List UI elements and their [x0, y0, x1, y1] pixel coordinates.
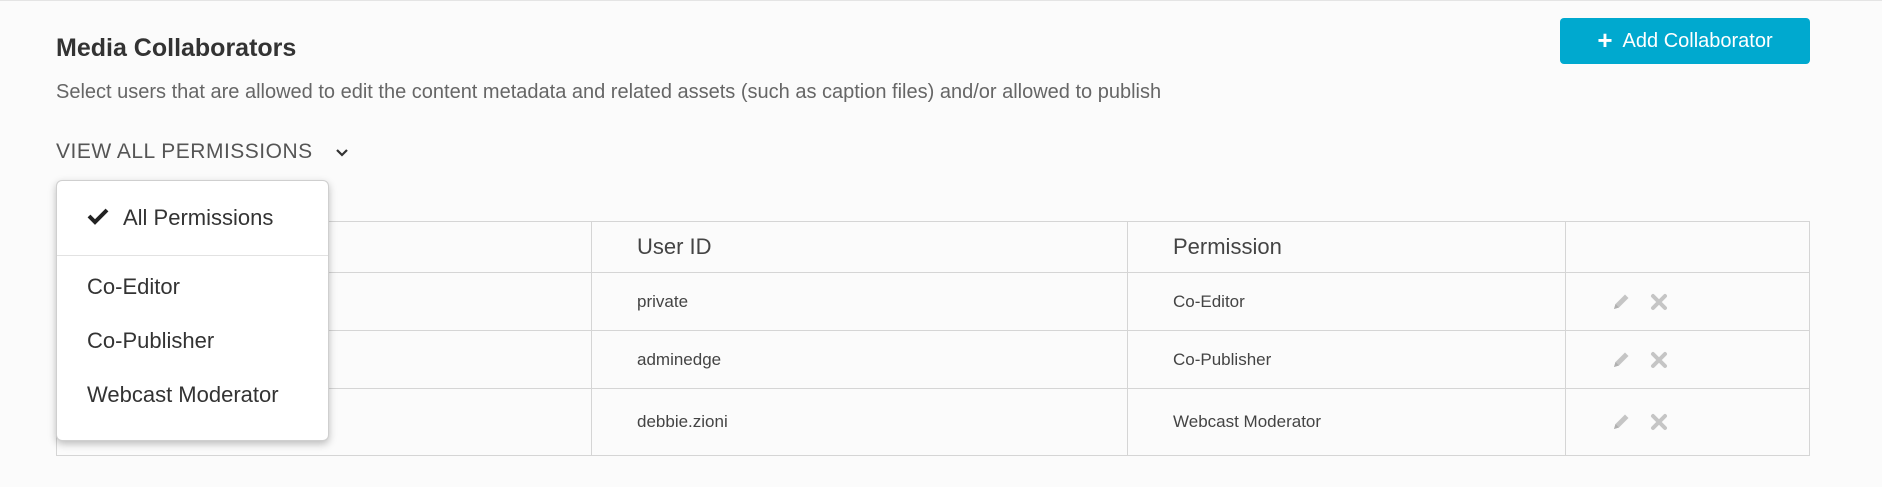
header-user-id: User ID: [637, 234, 712, 259]
section-description: Select users that are allowed to edit th…: [56, 81, 1162, 103]
column-divider: [1127, 222, 1128, 455]
chevron-down-icon: [335, 140, 349, 164]
pencil-icon[interactable]: [1610, 349, 1632, 371]
pencil-icon[interactable]: [1610, 411, 1632, 433]
dropdown-option-label: Co-Publisher: [87, 328, 215, 353]
add-collaborator-label: Add Collaborator: [1622, 29, 1773, 52]
permissions-dropdown-menu: All Permissions Co-Editor Co-Publisher W…: [56, 180, 329, 441]
dropdown-option-label: Webcast Moderator: [87, 382, 279, 407]
permissions-filter-toggle[interactable]: VIEW ALL PERMISSIONS: [56, 140, 349, 164]
column-divider: [591, 222, 592, 455]
row-actions: [1610, 273, 1668, 330]
add-collaborator-button[interactable]: + Add Collaborator: [1560, 18, 1810, 64]
dropdown-option-all-permissions[interactable]: All Permissions: [87, 197, 273, 239]
dropdown-divider: [57, 255, 328, 256]
checkmark-icon: [87, 205, 109, 231]
close-icon[interactable]: [1650, 413, 1668, 431]
permission-cell: Co-Editor: [1173, 291, 1245, 311]
column-divider: [1565, 222, 1566, 455]
permissions-filter-label: VIEW ALL PERMISSIONS: [56, 140, 313, 163]
header-permission: Permission: [1173, 234, 1282, 259]
dropdown-option-co-editor[interactable]: Co-Editor: [57, 265, 328, 309]
close-icon[interactable]: [1650, 351, 1668, 369]
top-divider: [0, 0, 1882, 1]
user-id-cell: adminedge: [637, 349, 722, 369]
dropdown-option-webcast-moderator[interactable]: Webcast Moderator: [57, 373, 328, 417]
close-icon[interactable]: [1650, 293, 1668, 311]
permission-cell: Co-Publisher: [1173, 349, 1272, 369]
user-id-cell: private: [637, 291, 689, 311]
plus-icon: +: [1597, 24, 1613, 55]
dropdown-option-label: Co-Editor: [87, 274, 180, 299]
dropdown-option-co-publisher[interactable]: Co-Publisher: [57, 319, 328, 363]
section-title: Media Collaborators: [56, 34, 297, 62]
row-actions: [1610, 331, 1668, 388]
user-id-cell: debbie.zioni: [637, 412, 728, 431]
dropdown-option-label: All Permissions: [123, 205, 274, 230]
pencil-icon[interactable]: [1610, 291, 1632, 313]
row-actions: [1610, 389, 1668, 455]
permission-cell: Webcast Moderator: [1173, 412, 1322, 431]
